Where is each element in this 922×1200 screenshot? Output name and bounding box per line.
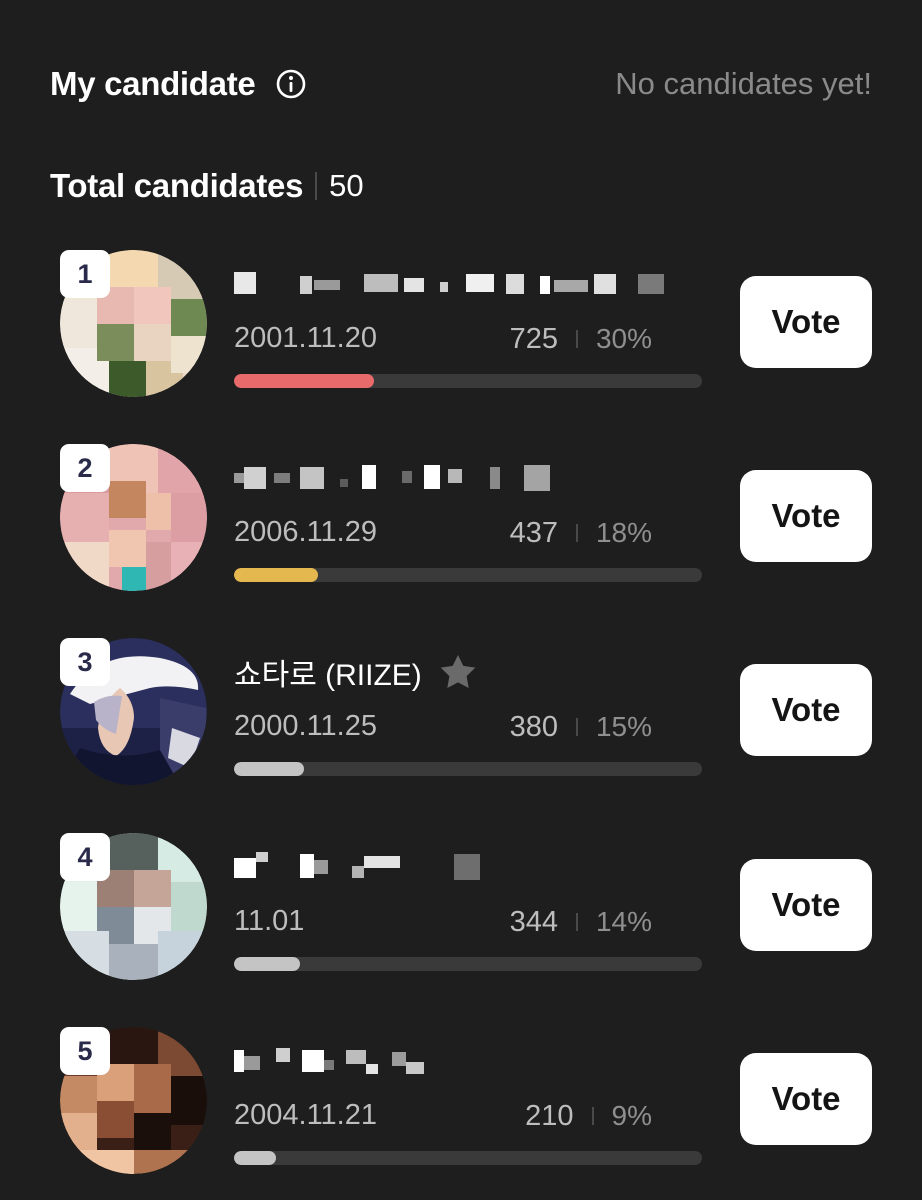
candidate-item: 4 11.01 344 14% Vote	[48, 823, 874, 983]
birth-date: 2004.11.21	[234, 1099, 377, 1131]
vote-count: 437	[509, 516, 558, 549]
vote-percent: 18%	[595, 517, 652, 548]
rank-badge: 3	[60, 638, 110, 686]
rank-badge: 5	[60, 1027, 110, 1075]
candidate-name	[234, 843, 484, 891]
vote-stats: 437 18%	[510, 516, 652, 550]
vote-button[interactable]: Vote	[740, 470, 872, 562]
candidate-name	[234, 260, 664, 308]
progress-fill	[234, 1151, 277, 1165]
vote-button[interactable]: Vote	[740, 276, 872, 368]
divider	[591, 1107, 594, 1125]
rank-badge: 2	[60, 444, 110, 492]
avatar-wrap: 4	[60, 833, 207, 980]
censored-name	[234, 465, 550, 491]
divider	[315, 172, 318, 200]
avatar-wrap: 3	[60, 638, 207, 785]
birth-date: 2000.11.25	[234, 710, 377, 742]
rank-badge: 1	[60, 250, 110, 298]
censored-name	[234, 1048, 424, 1074]
my-candidate-row: My candidate No candidates yet!	[50, 62, 872, 106]
vote-count: 380	[509, 710, 558, 743]
progress-fill	[234, 568, 319, 582]
progress-fill	[234, 762, 305, 776]
progress-fill	[234, 374, 375, 388]
birth-date: 11.01	[234, 905, 305, 937]
vote-button[interactable]: Vote	[740, 859, 872, 951]
vote-count: 725	[509, 322, 558, 355]
candidate-name-text: 쇼타로 (RIIZE)	[234, 659, 422, 692]
my-candidate-heading: My candidate	[50, 65, 307, 103]
vote-button[interactable]: Vote	[740, 664, 872, 756]
birth-date: 2001.11.20	[234, 322, 377, 354]
birth-date: 2006.11.29	[234, 516, 377, 548]
star-icon[interactable]	[438, 652, 478, 692]
candidate-item: 1 2001.11.20 725 30% Vote	[48, 240, 874, 400]
vote-count: 210	[525, 1099, 574, 1132]
candidate-name: 쇼타로 (RIIZE)	[234, 648, 478, 696]
divider	[575, 718, 578, 736]
vote-stats: 380 15%	[510, 710, 652, 744]
vote-percent: 30%	[595, 323, 652, 354]
vote-stats: 344 14%	[510, 905, 652, 939]
total-candidates-count: 50	[329, 168, 364, 203]
candidate-name	[234, 454, 564, 502]
vote-stats: 210 9%	[525, 1099, 652, 1133]
vote-percent: 14%	[595, 906, 652, 937]
avatar-wrap: 5	[60, 1027, 207, 1174]
avatar-wrap: 1	[60, 250, 207, 397]
vote-percent: 15%	[595, 711, 652, 742]
progress-bar	[234, 374, 702, 388]
divider	[575, 524, 578, 542]
total-candidates-row: Total candidates 50	[50, 166, 364, 206]
total-candidates-label: Total candidates	[50, 167, 304, 204]
candidate-item: 5 2004.11.21 210 9% Vote	[48, 1017, 874, 1177]
censored-name	[234, 852, 480, 880]
vote-button[interactable]: Vote	[740, 1053, 872, 1145]
my-candidate-title: My candidate	[50, 65, 256, 102]
progress-fill	[234, 957, 300, 971]
avatar-wrap: 2	[60, 444, 207, 591]
vote-count: 344	[509, 905, 558, 938]
progress-bar	[234, 1151, 702, 1165]
vote-stats: 725 30%	[510, 322, 652, 356]
rank-badge: 4	[60, 833, 110, 881]
info-icon[interactable]	[275, 68, 307, 100]
candidate-item: 2 2006.11.29 437 18% Vote	[48, 434, 874, 594]
candidate-item: 3 쇼타로 (RIIZE) 2000.11.25 380 15% Vote	[48, 628, 874, 788]
progress-bar	[234, 762, 702, 776]
censored-name	[234, 272, 664, 294]
divider	[575, 330, 578, 348]
progress-bar	[234, 957, 702, 971]
vote-percent: 9%	[611, 1100, 652, 1131]
divider	[575, 913, 578, 931]
no-candidates-text: No candidates yet!	[615, 66, 872, 101]
candidate-name	[234, 1037, 434, 1085]
progress-bar	[234, 568, 702, 582]
